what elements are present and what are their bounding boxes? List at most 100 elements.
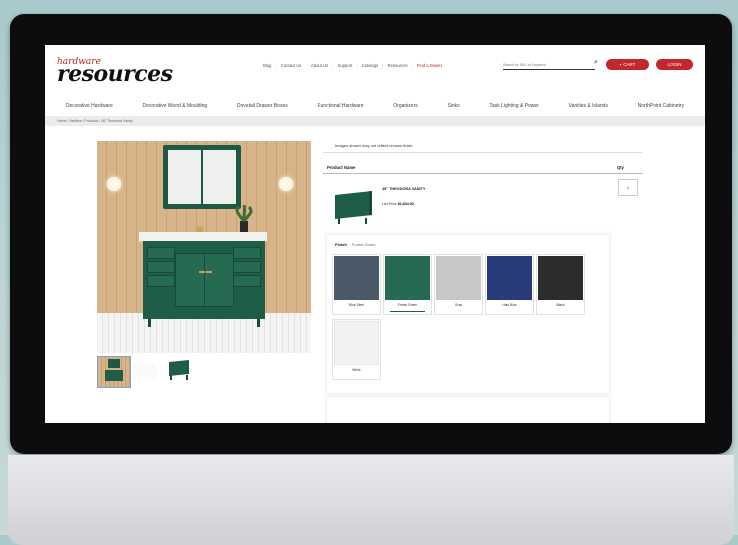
nav-dovetail-drawer-boxes[interactable]: Dovetail Drawer Boxes <box>237 103 288 109</box>
nav-task-lighting-power[interactable]: Task Lighting & Power <box>489 103 538 109</box>
cart-button[interactable]: ▪ CART <box>606 59 649 70</box>
main-nav: Decorative Hardware Decorative Wood & Mo… <box>45 97 705 114</box>
swatch-label: Blue Steel <box>348 303 365 307</box>
nav-decorative-hardware[interactable]: Decorative Hardware <box>66 103 113 109</box>
vanity-cabinet <box>143 241 265 319</box>
vanity-drawer <box>233 247 261 259</box>
vanity-drawer <box>147 247 175 259</box>
breadcrumb: Home / Vanities / Products / 48" Theodor… <box>45 116 705 126</box>
thumb-leg <box>186 375 188 380</box>
mirror-cabinet <box>163 145 241 209</box>
vanity-drawer <box>233 275 261 287</box>
swatch-chip <box>334 321 379 365</box>
link-blog[interactable]: Blog <box>263 63 271 68</box>
mirror-divider <box>201 150 203 204</box>
divider <box>323 173 643 174</box>
swatch-forest-green[interactable]: Forest Green <box>383 254 432 315</box>
swatch-label: Gray <box>454 303 463 307</box>
vanity-legs <box>148 319 260 327</box>
nav-sinks[interactable]: Sinks <box>447 103 459 109</box>
door-pull <box>206 271 212 273</box>
thumb-vanity <box>105 370 123 381</box>
product-price: List Price $2,844.00 <box>382 202 414 206</box>
finish-label: Finish <box>335 242 347 247</box>
quantity-input[interactable]: 1 <box>618 179 638 196</box>
thumb-mirror <box>108 359 120 368</box>
divider <box>323 152 643 153</box>
swatch-hale-blue[interactable]: Hale Blue <box>485 254 534 315</box>
vanity-door-right <box>204 253 234 307</box>
site-logo[interactable]: resources <box>57 61 173 87</box>
monitor-chin <box>8 455 734 545</box>
finish-selector: Finish Forest Green Blue Steel Forest Gr… <box>327 235 609 393</box>
thumb-leg <box>170 375 172 380</box>
link-find-a-dealer[interactable]: Find a Dealer <box>417 63 442 68</box>
product-leg <box>365 218 367 224</box>
nav-northpoint-cabinetry[interactable]: NorthPoint Cabinetry <box>638 103 684 109</box>
cart-icon: ▪ <box>619 62 622 67</box>
swatch-chip <box>385 256 430 300</box>
browser-screen: hardware resources Blog · Contact Us · A… <box>45 45 705 423</box>
options-card <box>327 397 609 423</box>
nav-organizers[interactable]: Organizers <box>393 103 417 109</box>
vanity-door-left <box>175 253 205 307</box>
link-separator: · <box>275 63 277 68</box>
swatch-blue-steel[interactable]: Blue Steel <box>332 254 381 315</box>
swatch-chip <box>538 256 583 300</box>
vanity-drawer <box>147 261 175 273</box>
link-separator: · <box>332 63 334 68</box>
link-about-us[interactable]: About Us <box>311 63 328 68</box>
sconce-right <box>279 177 293 191</box>
plant-decor <box>235 205 253 233</box>
nav-vanities-islands[interactable]: Vanities & Islands <box>569 103 608 109</box>
finish-header: Finish Forest Green <box>335 242 375 247</box>
link-support[interactable]: Support <box>338 63 353 68</box>
swatch-label: Black <box>556 303 565 307</box>
image-notice: Images shown may not reflect chosen fini… <box>335 143 413 148</box>
login-button[interactable]: LOGIN <box>656 59 693 70</box>
link-separator: · <box>382 63 384 68</box>
swatch-label: Forest Green <box>397 303 418 307</box>
search-input[interactable] <box>503 60 595 70</box>
col-header-qty: Qty <box>617 165 624 170</box>
finish-selected: Forest Green <box>351 242 376 247</box>
product-leg <box>338 218 340 224</box>
swatch-black[interactable]: Black <box>536 254 585 315</box>
swatch-gray[interactable]: Gray <box>434 254 483 315</box>
link-catalogs[interactable]: Catalogs <box>362 63 379 68</box>
link-resources[interactable]: Resources <box>388 63 408 68</box>
product-body <box>335 191 372 219</box>
site-header: hardware resources Blog · Contact Us · A… <box>45 45 705 97</box>
link-separator: · <box>305 63 307 68</box>
vanity-drawer <box>147 275 175 287</box>
thumbnail-room[interactable] <box>97 356 131 388</box>
search-icon[interactable]: ⌕ <box>594 59 598 67</box>
cart-label: CART <box>623 62 636 67</box>
link-separator: · <box>356 63 358 68</box>
thumbnail-white[interactable] <box>133 363 157 379</box>
swatch-chip <box>487 256 532 300</box>
nav-functional-hardware[interactable]: Functional Hardware <box>317 103 363 109</box>
thumb-vanity-body <box>169 359 189 377</box>
col-header-product-name: Product Name <box>327 165 356 170</box>
door-pull <box>199 271 205 273</box>
sconce-left <box>107 177 121 191</box>
price-label: List Price <box>382 202 397 206</box>
link-separator: · <box>411 63 413 68</box>
selected-indicator <box>390 311 425 312</box>
vanity-drawer <box>233 261 261 273</box>
swatch-white[interactable]: White <box>332 319 381 380</box>
product-main-image[interactable] <box>97 141 311 353</box>
product-thumbnail <box>335 191 372 225</box>
thumbnail-green-vanity[interactable] <box>167 359 193 381</box>
swatch-chip <box>436 256 481 300</box>
nav-decorative-wood-moulding[interactable]: Decorative Wood & Moulding <box>143 103 208 109</box>
utility-links: Blog · Contact Us · About Us · Support ·… <box>263 63 442 68</box>
product-name: 48" THEODORA VANITY <box>382 187 426 191</box>
price-value: $2,844.00 <box>397 202 414 206</box>
login-label: LOGIN <box>667 62 682 67</box>
swatch-label: Hale Blue <box>502 303 517 307</box>
swatch-label: White <box>352 368 361 372</box>
swatch-chip <box>334 256 379 300</box>
link-contact-us[interactable]: Contact Us <box>281 63 302 68</box>
